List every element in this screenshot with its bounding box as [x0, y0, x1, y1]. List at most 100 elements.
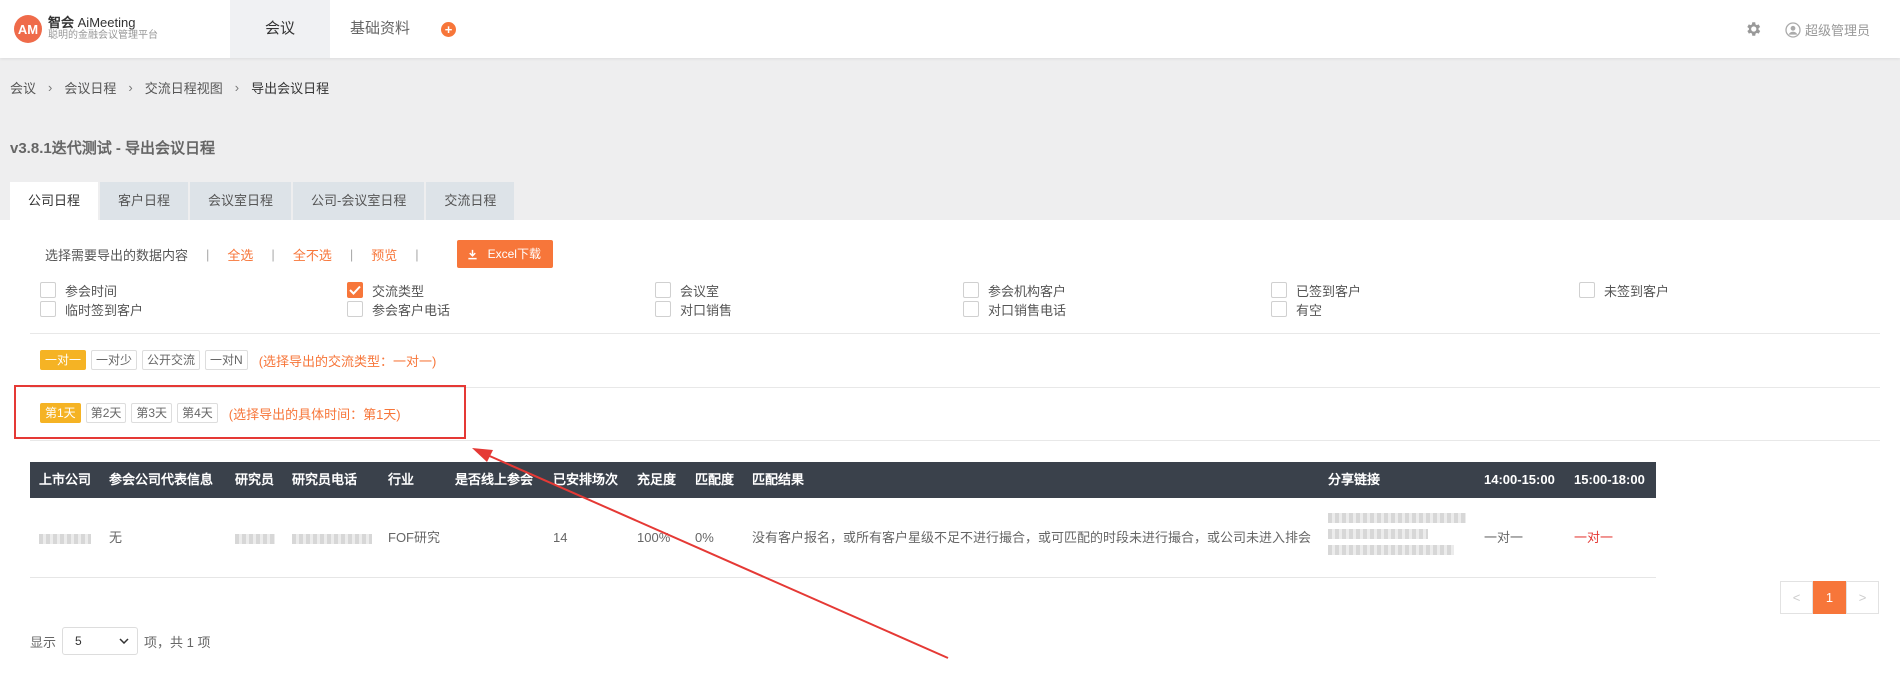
user-name: 超级管理员: [1805, 23, 1871, 38]
checkbox-box[interactable]: [963, 301, 979, 317]
checkbox-box-checked[interactable]: [347, 282, 363, 298]
col-researcher: 研究员: [235, 472, 275, 487]
cell-slot-1500[interactable]: 一对一: [1574, 498, 1613, 578]
checkbox-not-signed-in[interactable]: 未签到客户: [1579, 281, 1669, 299]
checkbox-label: 对口销售电话: [988, 302, 1067, 318]
tab-room-schedule[interactable]: 会议室日程: [190, 182, 292, 220]
logo-text: 智会 AiMeeting 聪明的金融会议管理平台: [48, 16, 158, 42]
breadcrumb: 会议 › 会议日程 › 交流日程视图 › 导出会议日程: [10, 78, 329, 97]
add-icon[interactable]: +: [441, 22, 456, 37]
preview-link[interactable]: 预览: [371, 245, 397, 264]
checkbox-box[interactable]: [1271, 301, 1287, 317]
checkbox-exchange-type[interactable]: 交流类型: [347, 281, 424, 299]
exchange-type-small-group[interactable]: 一对少: [91, 350, 138, 370]
top-bar: AM 智会 AiMeeting 聪明的金融会议管理平台 会议 基础资料 + 超级…: [0, 0, 1900, 58]
checkbox-client-phone[interactable]: 参会客户电话: [347, 300, 450, 318]
cell-scheduled: 14: [553, 530, 568, 545]
app-logo[interactable]: AM 智会 AiMeeting 聪明的金融会议管理平台: [14, 15, 158, 43]
checkbox-box[interactable]: [1271, 282, 1287, 298]
checkbox-box[interactable]: [655, 282, 671, 298]
pagination: < 1 >: [1780, 581, 1879, 614]
logo-subtitle: 聪明的金融会议管理平台: [48, 30, 158, 41]
breadcrumb-schedule[interactable]: 会议日程: [64, 78, 116, 97]
cell-rep-info: 无: [109, 530, 123, 545]
excel-download-button[interactable]: Excel下载: [456, 240, 553, 268]
nav-tab-basic-data[interactable]: 基础资料: [340, 0, 420, 58]
checkbox-label: 交流类型: [372, 283, 425, 299]
checkbox-label: 参会机构客户: [988, 283, 1067, 299]
checkbox-box[interactable]: [40, 282, 56, 298]
checkbox-label: 对口销售: [680, 302, 733, 318]
divider-line: [30, 333, 1880, 334]
exchange-type-selector: 一对一 一对少 公开交流 一对N (选择导出的交流类型：一对一): [40, 350, 436, 370]
checkbox-box[interactable]: [963, 282, 979, 298]
col-match-result: 匹配结果: [752, 472, 805, 487]
checkbox-institution-clients[interactable]: 参会机构客户: [963, 281, 1066, 299]
cell-researcher-phone: [292, 498, 372, 578]
cell-listed-company: [39, 498, 91, 578]
checkbox-box[interactable]: [40, 301, 56, 317]
breadcrumb-exchange-view[interactable]: 交流日程视图: [145, 78, 223, 97]
logo-icon: AM: [14, 15, 42, 43]
page-size-select[interactable]: 5: [62, 627, 139, 655]
breadcrumb-current: 导出会议日程: [251, 81, 330, 96]
checkbox-sales[interactable]: 对口销售: [655, 300, 732, 318]
logo-name: 智会 AiMeeting: [48, 16, 158, 29]
next-page-button[interactable]: >: [1846, 581, 1879, 614]
divider: |: [206, 246, 210, 262]
exchange-type-public[interactable]: 公开交流: [142, 350, 201, 370]
tab-company-schedule[interactable]: 公司日程: [10, 182, 99, 220]
col-rep-info: 参会公司代表信息: [109, 472, 214, 487]
schedule-tabs: 公司日程 客户日程 会议室日程 公司-会议室日程 交流日程: [10, 182, 516, 220]
breadcrumb-meeting[interactable]: 会议: [10, 78, 36, 97]
chevron-down-icon: [119, 638, 129, 644]
checkbox-signed-in[interactable]: 已签到客户: [1271, 281, 1361, 299]
col-online: 是否线上参会: [455, 472, 534, 487]
col-slot-1400: 14:00-15:00: [1484, 472, 1555, 487]
checkbox-sales-phone[interactable]: 对口销售电话: [963, 300, 1066, 318]
checkbox-box[interactable]: [655, 301, 671, 317]
tab-exchange-schedule[interactable]: 交流日程: [426, 182, 515, 220]
export-options-row: 选择需要导出的数据内容 | 全选 | 全不选 | 预览 | Excel下载: [45, 240, 553, 268]
share-link-redacted[interactable]: [1328, 513, 1466, 555]
checkbox-label: 未签到客户: [1604, 283, 1670, 299]
logo-name-cn: 智会: [48, 15, 75, 30]
divider-line: [30, 440, 1880, 441]
chevron-right-icon: ›: [128, 80, 133, 95]
cell-slot-1400[interactable]: 一对一: [1484, 498, 1523, 578]
select-all-link[interactable]: 全选: [227, 245, 253, 264]
chevron-right-icon: ›: [48, 80, 53, 95]
divider: |: [349, 246, 354, 262]
select-none-link[interactable]: 全不选: [293, 245, 332, 264]
col-match-rate: 匹配度: [695, 472, 735, 487]
gear-icon[interactable]: [1744, 20, 1762, 38]
prev-page-button[interactable]: <: [1780, 581, 1813, 614]
col-sufficiency: 充足度: [637, 472, 677, 487]
page-size-suffix: 项，共 1 项: [144, 634, 211, 650]
checkbox-box[interactable]: [347, 301, 363, 317]
user-menu[interactable]: 超级管理员: [1785, 20, 1870, 39]
excel-download-label: Excel下载: [487, 247, 541, 261]
col-share-link: 分享链接: [1328, 472, 1381, 487]
exchange-type-one-on-one[interactable]: 一对一: [40, 350, 87, 370]
exchange-type-one-to-n[interactable]: 一对N: [205, 350, 248, 370]
check-icon: [349, 285, 361, 295]
page-1-button[interactable]: 1: [1813, 581, 1846, 614]
page-size-value: 5: [75, 634, 82, 648]
checkbox-temp-signed-in[interactable]: 临时签到客户: [40, 300, 143, 318]
cell-researcher: [235, 498, 275, 578]
checkbox-label: 已签到客户: [1296, 283, 1362, 299]
checkbox-box[interactable]: [1579, 282, 1595, 298]
checkbox-meeting-room[interactable]: 会议室: [655, 281, 719, 299]
checkbox-label: 参会时间: [65, 283, 118, 299]
nav-tab-meeting[interactable]: 会议: [230, 0, 330, 58]
checkbox-attend-time[interactable]: 参会时间: [40, 281, 117, 299]
table-header: 上市公司 参会公司代表信息 研究员 研究员电话 行业 是否线上参会 已安排场次 …: [30, 462, 1656, 498]
page-size-control: 显示 5 项，共 1 项: [30, 627, 210, 655]
col-slot-1500: 15:00-18:00: [1574, 472, 1645, 487]
tab-client-schedule[interactable]: 客户日程: [100, 182, 189, 220]
logo-name-en: AiMeeting: [77, 15, 136, 30]
page-title: v3.8.1迭代测试 - 导出会议日程: [10, 140, 216, 157]
tab-company-room-schedule[interactable]: 公司-会议室日程: [293, 182, 425, 220]
checkbox-available[interactable]: 有空: [1271, 300, 1322, 318]
